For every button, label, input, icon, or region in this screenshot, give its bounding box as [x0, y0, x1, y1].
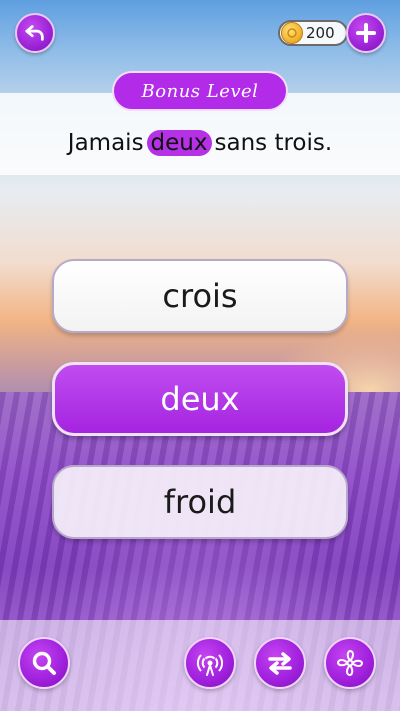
- answer-option-1[interactable]: crois: [52, 259, 348, 333]
- fan-icon: [336, 649, 364, 677]
- undo-arrow-icon: [25, 25, 44, 41]
- answer-option-2[interactable]: deux: [52, 362, 348, 436]
- back-button[interactable]: [15, 13, 55, 53]
- phrase: Jamais deux sans trois.: [0, 125, 400, 161]
- coin-counter: 200: [278, 20, 348, 46]
- phrase-highlight: deux: [146, 130, 212, 156]
- add-coins-button[interactable]: [346, 13, 386, 53]
- hint-button[interactable]: [18, 637, 70, 689]
- plus-icon: [356, 23, 376, 43]
- magnifier-icon: [32, 651, 56, 675]
- coin-count: 200: [306, 24, 335, 42]
- phrase-after: sans trois.: [214, 130, 333, 156]
- fan-button[interactable]: [324, 637, 376, 689]
- answer-option-3[interactable]: froid: [52, 465, 348, 539]
- signal-icon: [197, 648, 223, 676]
- swap-button[interactable]: [254, 637, 306, 689]
- coin-icon: [281, 22, 303, 44]
- broadcast-button[interactable]: [184, 637, 236, 689]
- phrase-before: Jamais: [67, 130, 144, 156]
- level-tag: Bonus Level: [112, 71, 288, 111]
- shuffle-arrows-icon: [268, 652, 292, 675]
